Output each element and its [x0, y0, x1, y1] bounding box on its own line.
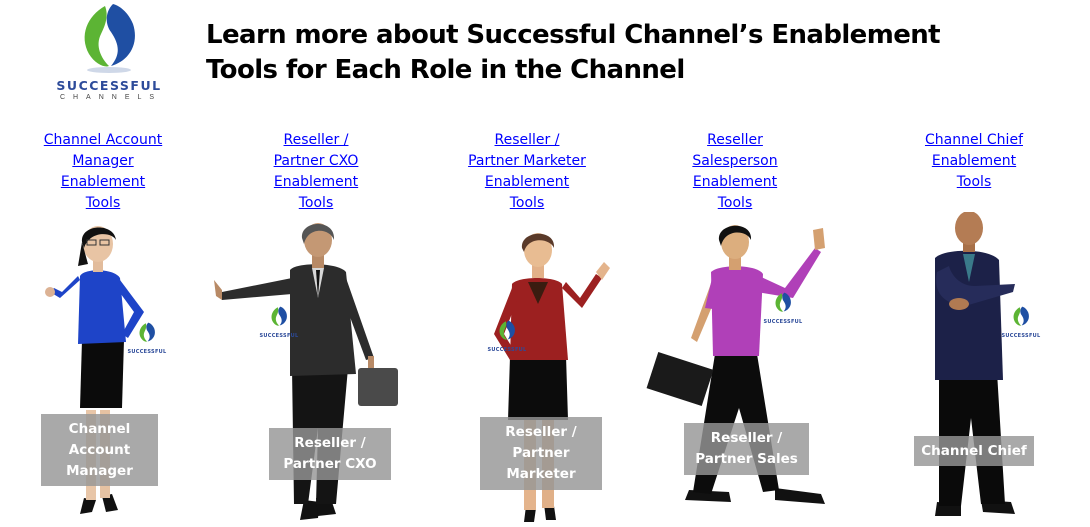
caption-line: Partner: [512, 445, 570, 461]
page-title-line-2: Tools for Each Role in the Channel: [206, 55, 685, 85]
link-line[interactable]: Reseller: [680, 130, 790, 151]
link-line[interactable]: Salesperson: [680, 151, 790, 172]
link-line[interactable]: Tools: [680, 193, 790, 214]
link-line[interactable]: Manager: [40, 151, 166, 172]
link-line[interactable]: Tools: [260, 193, 372, 214]
figure-badge-logo: SUCCESSFUL: [760, 292, 806, 325]
link-partner-cxo-tools[interactable]: Reseller / Partner CXO Enablement Tools: [260, 130, 372, 214]
link-line[interactable]: Enablement: [918, 151, 1030, 172]
link-line[interactable]: Channel Chief: [918, 130, 1030, 151]
caption-line: Channel: [68, 420, 131, 437]
channel-chief-figure: [935, 212, 1015, 516]
page-title-line-1: Learn more about Successful Channel’s En…: [206, 20, 941, 50]
logo-sub-text: CHANNELS: [59, 94, 163, 101]
link-line[interactable]: Partner Marketer: [460, 151, 594, 172]
caption-line: Account: [68, 441, 131, 458]
link-line[interactable]: Enablement: [260, 172, 372, 193]
link-line[interactable]: Partner CXO: [260, 151, 372, 172]
link-line[interactable]: Reseller /: [460, 130, 594, 151]
badge-text: SUCCESSFUL: [127, 349, 167, 355]
caption-partner-sales: Reseller / Partner Sales: [684, 423, 809, 475]
badge-text: SUCCESSFUL: [487, 347, 527, 353]
link-channel-account-manager-tools[interactable]: Channel Account Manager Enablement Tools: [40, 130, 166, 214]
logo-brand-text: SUCCESSFUL: [56, 78, 162, 93]
link-line[interactable]: Enablement: [460, 172, 594, 193]
logo-leaf-icon: [499, 320, 515, 340]
caption-line: Partner Sales: [695, 451, 798, 467]
logo-leaf-icon: [139, 322, 155, 342]
link-line[interactable]: Tools: [460, 193, 594, 214]
link-line[interactable]: Reseller /: [260, 130, 372, 151]
caption-line: Partner CXO: [283, 456, 377, 472]
caption-channel-account-manager: Channel Account Manager: [41, 414, 158, 486]
badge-text: SUCCESSFUL: [763, 319, 803, 325]
figure-badge-logo: SUCCESSFUL: [484, 320, 530, 353]
badge-text: SUCCESSFUL: [259, 333, 299, 339]
caption-line: Reseller /: [505, 424, 577, 440]
link-line[interactable]: Enablement: [680, 172, 790, 193]
caption-line: Marketer: [506, 466, 576, 482]
badge-text: SUCCESSFUL: [1001, 333, 1041, 339]
logo-leaf-icon: [775, 292, 791, 312]
logo-leaf-icon: [1013, 306, 1029, 326]
link-salesperson-tools[interactable]: Reseller Salesperson Enablement Tools: [680, 130, 790, 214]
caption-line: Reseller /: [710, 430, 783, 446]
caption-line: Channel Chief: [921, 442, 1027, 459]
caption-line: Manager: [66, 462, 133, 479]
link-line[interactable]: Enablement: [40, 172, 166, 193]
figure-badge-logo: SUCCESSFUL: [124, 322, 170, 355]
page-title: Learn more about Successful Channel’s En…: [206, 18, 941, 88]
link-channel-chief-tools[interactable]: Channel Chief Enablement Tools: [918, 130, 1030, 193]
logo-leaf-icon: [271, 306, 287, 326]
caption-channel-chief: Channel Chief: [914, 436, 1034, 466]
successful-channels-logo: SUCCESSFUL CHANNELS: [42, 2, 176, 104]
link-line[interactable]: Channel Account: [40, 130, 166, 151]
link-line[interactable]: Tools: [40, 193, 166, 214]
caption-line: Reseller /: [294, 435, 366, 451]
logo-leaf-icon: [84, 4, 135, 73]
link-line[interactable]: Tools: [918, 172, 1030, 193]
caption-partner-cxo: Reseller / Partner CXO: [269, 428, 391, 480]
link-partner-marketer-tools[interactable]: Reseller / Partner Marketer Enablement T…: [460, 130, 594, 214]
figure-badge-logo: SUCCESSFUL: [256, 306, 302, 339]
caption-partner-marketer: Reseller / Partner Marketer: [480, 417, 602, 490]
figure-badge-logo: SUCCESSFUL: [998, 306, 1044, 339]
